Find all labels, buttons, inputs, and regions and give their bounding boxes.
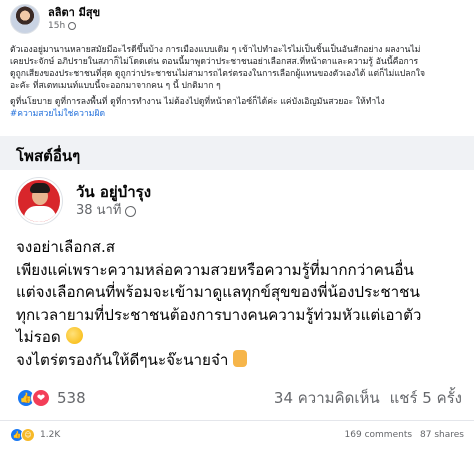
author-name[interactable]: วัน อยู่บำรุง <box>76 182 151 202</box>
author-name[interactable]: ลลิตา มีสุข <box>48 6 100 20</box>
timestamp-text[interactable]: 15h <box>48 20 65 32</box>
post-timestamp[interactable]: 38 นาที <box>76 202 151 220</box>
body-line: จงไตร่ตรองกันให้ดีๆนะจ๊ะนายจ๋า <box>16 349 468 372</box>
thinking-emoji-icon <box>65 327 83 344</box>
share-count[interactable]: 87 shares <box>420 430 464 440</box>
body-line: จงอย่าเลือกส.ส <box>16 238 116 256</box>
body-line: แต่จงเลือกคนที่พร้อมจะเข้ามาดูแลทุกข์สุข… <box>16 283 420 301</box>
timestamp-text[interactable]: 38 นาที <box>76 202 121 220</box>
previous-post-header: ลลิตา มีสุข 15h <box>10 4 100 34</box>
reaction-count[interactable]: 1.2K <box>40 430 60 440</box>
post-meta: วัน อยู่บำรุง 38 นาที <box>76 182 151 220</box>
previous-post-card: ลลิตา มีสุข 15h ตัวเองอยู่มานานหลายสมัยม… <box>0 0 474 136</box>
globe-icon <box>125 205 137 217</box>
reaction-count[interactable]: 538 <box>57 389 86 407</box>
body-line: อะคัะ ที่สเตทเมนท์แบบนี้จะออกมาจากคน ๆ น… <box>10 81 221 91</box>
reactions-row: 👍 ❤ 538 34 ความคิดเห็น แชร์ 5 ครั้ง <box>16 386 462 410</box>
post-card: วัน อยู่บำรุง 38 นาที จงอย่าเลือกส.ส เพี… <box>0 170 474 449</box>
body-line: ตัวเองอยู่มานานหลายสมัยมีอะไรดีขึ้นบ้าง … <box>10 45 421 55</box>
post-body: จงอย่าเลือกส.ส เพียงแค่เพราะความหล่อความ… <box>16 236 468 371</box>
love-icon: ❤ <box>31 388 51 408</box>
body-line: ดูถูกเสียงของประชาชนที่สุด ดูถูกว่าประชา… <box>10 69 426 79</box>
section-title: โพสต์อื่นๆ <box>16 147 81 165</box>
body-line: เพียงแค่เพราะความหล่อความสวยหรือความรู้ท… <box>16 260 414 279</box>
haha-icon: ☺ <box>21 428 35 442</box>
body-line: ทุกเวลายามที่ประชาชนต้องการบางคนความรู้ท… <box>16 305 422 324</box>
engagement-stats: 169 comments 87 shares <box>345 430 464 440</box>
comment-count[interactable]: 34 ความคิดเห็น <box>274 386 380 410</box>
post-header: วัน อยู่บำรุง 38 นาที <box>16 178 151 224</box>
body-line-text: จงไตร่ตรองกันให้ดีๆนะจ๊ะนายจ๋า <box>16 350 229 369</box>
hashtag-link[interactable]: #ความสวยไม่ใช่ความผิด <box>10 108 466 120</box>
body-line: ดูที่นโยบาย ดูที่การลงพื้นที่ ดูที่การทำ… <box>10 97 385 107</box>
globe-icon <box>68 22 77 30</box>
previous-post-body: ตัวเองอยู่มานานหลายสมัยมีอะไรดีขึ้นบ้าง … <box>10 44 466 120</box>
body-line: เคยประจักษ์ อภิปรายในสภาก็ไม่โดดเด่น ตอน… <box>10 57 419 67</box>
body-line: ไม่รอด <box>16 326 468 349</box>
body-line-text: ไม่รอด <box>16 328 61 346</box>
reaction-icons[interactable]: 👍 ❤ <box>16 388 51 408</box>
post-timestamp[interactable]: 15h <box>48 20 100 32</box>
next-post-stats-bar: 👍 ☺ 1.2K 169 comments 87 shares <box>0 420 474 449</box>
pray-emoji-icon <box>233 349 248 367</box>
engagement-stats: 34 ความคิดเห็น แชร์ 5 ครั้ง <box>274 386 462 410</box>
previous-post-meta: ลลิตา มีสุข 15h <box>48 6 100 32</box>
share-count[interactable]: แชร์ 5 ครั้ง <box>390 386 462 410</box>
avatar[interactable] <box>10 4 40 34</box>
author-avatar[interactable] <box>16 178 62 224</box>
comment-count[interactable]: 169 comments <box>345 430 413 440</box>
